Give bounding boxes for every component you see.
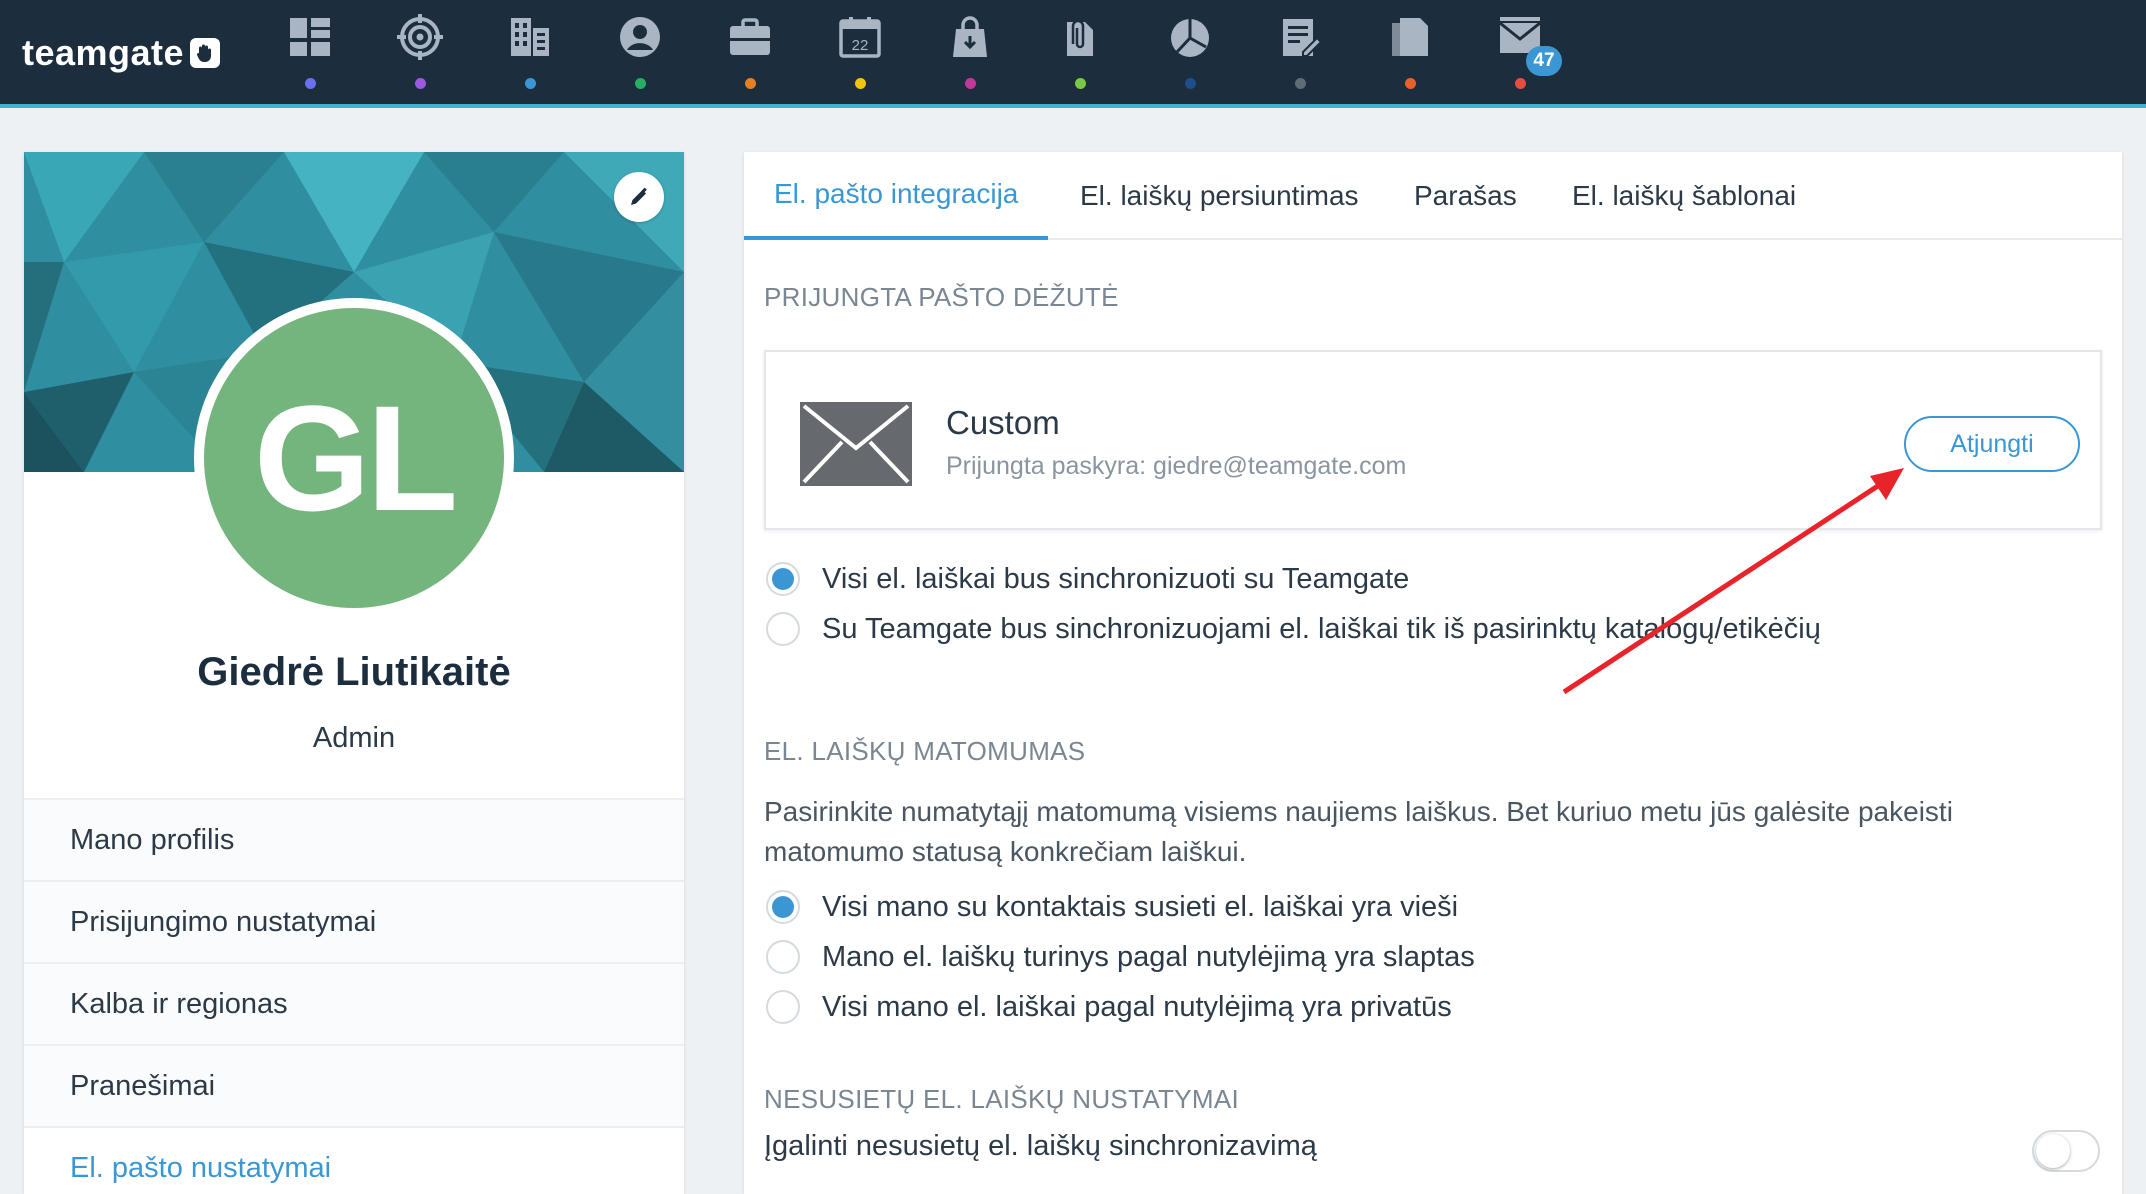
envelope-icon: [800, 402, 912, 486]
unlinked-settings-title: NESUSIETŲ EL. LAIŠKŲ NUSTATYMAI: [764, 1084, 1239, 1114]
sales-icon: [953, 16, 987, 57]
documents-icon: [1392, 18, 1428, 56]
logo-text: teamgate: [22, 32, 185, 73]
visibility-option-hidden-content[interactable]: Mano el. laiškų turinys pagal nutylėjimą…: [766, 940, 1475, 974]
nav-goals[interactable]: [388, 14, 452, 94]
radio-button[interactable]: [766, 562, 800, 596]
nav-dot: [304, 78, 316, 89]
disconnect-button[interactable]: Atjungti: [1904, 416, 2080, 472]
teamgate-logo[interactable]: teamgate: [22, 28, 221, 78]
menu-item-language-region[interactable]: Kalba ir regionas: [24, 962, 684, 1044]
calendar-day: 22: [852, 37, 869, 54]
nav-reports[interactable]: [1158, 14, 1222, 94]
unlinked-sync-toggle[interactable]: [2032, 1130, 2100, 1172]
mail-count-badge: 47: [1526, 46, 1562, 76]
nav-dot: [524, 78, 536, 89]
visibility-title: EL. LAIŠKŲ MATOMUMAS: [764, 736, 1086, 766]
radio-button[interactable]: [766, 612, 800, 646]
nav-dot: [744, 78, 756, 89]
avatar-initials: GL: [253, 373, 458, 542]
nav-sales[interactable]: [938, 14, 1002, 94]
tab-email-integration[interactable]: El. pašto integracija: [744, 152, 1049, 240]
nav-dot: [1514, 78, 1526, 89]
calendar-icon: 22: [839, 17, 881, 58]
deals-icon: [730, 18, 770, 55]
sync-option-selected-folders[interactable]: Su Teamgate bus sinchronizuojami el. lai…: [766, 612, 1821, 646]
profile-role: Admin: [312, 722, 396, 754]
unlinked-sync-label: Įgalinti nesusietų el. laiškų sinchroniz…: [764, 1130, 1317, 1162]
menu-item-my-profile[interactable]: Mano profilis: [24, 798, 684, 880]
nav-dot: [854, 78, 866, 89]
visibility-description: Pasirinkite numatytąjį matomumą visiems …: [764, 796, 1953, 867]
nav-mail[interactable]: 47: [1488, 14, 1562, 94]
sync-option-label: Su Teamgate bus sinchronizuojami el. lai…: [822, 612, 1821, 645]
visibility-option-label: Visi mano el. laiškai pagal nutylėjimą y…: [822, 990, 1452, 1023]
visibility-option-public[interactable]: Visi mano su kontaktais susieti el. laiš…: [766, 890, 1458, 924]
menu-item-email-settings[interactable]: El. pašto nustatymai: [24, 1126, 684, 1194]
visibility-option-label: Mano el. laiškų turinys pagal nutylėjimą…: [822, 940, 1475, 973]
nav-dot: [1074, 78, 1086, 89]
nav-attachments[interactable]: [1048, 14, 1112, 94]
email-settings-panel: El. pašto integracija El. laiškų persiun…: [744, 152, 2122, 1194]
nav-dot: [414, 78, 426, 89]
toggle-knob: [2036, 1134, 2070, 1168]
tab-signature[interactable]: Parašas: [1414, 152, 1517, 240]
nav-dot: [1404, 78, 1416, 89]
avatar: GL: [194, 298, 514, 618]
nav-dot: [634, 78, 646, 89]
visibility-option-label: Visi mano su kontaktais susieti el. laiš…: [822, 890, 1459, 923]
nav-contacts[interactable]: [608, 14, 672, 94]
mailbox-provider: Custom: [946, 404, 1060, 441]
nav-dot: [964, 78, 976, 89]
radio-button[interactable]: [766, 940, 800, 974]
target-icon: [397, 14, 443, 60]
dashboard-icon: [290, 18, 330, 56]
edit-profile-button[interactable]: [614, 172, 664, 222]
contacts-icon: [620, 17, 660, 57]
nav-dashboard[interactable]: [278, 14, 342, 94]
tab-email-forwarding[interactable]: El. laiškų persiuntimas: [1080, 152, 1359, 240]
nav-deals[interactable]: [718, 14, 782, 94]
nav-notes[interactable]: [1268, 14, 1332, 94]
nav-companies[interactable]: [498, 14, 562, 94]
sync-option-all[interactable]: Visi el. laiškai bus sinchronizuoti su T…: [766, 562, 1409, 596]
nav-dot: [1184, 78, 1196, 89]
radio-button[interactable]: [766, 990, 800, 1024]
top-navigation-bar: teamgate 22 47: [0, 0, 2146, 108]
connected-mailbox-card: Custom Prijungta paskyra: giedre@teamgat…: [764, 350, 2102, 530]
nav-dot: [1294, 78, 1306, 89]
menu-item-login-settings[interactable]: Prisijungimo nustatymai: [24, 880, 684, 962]
pencil-icon: [631, 187, 647, 205]
nav-documents[interactable]: [1378, 14, 1442, 94]
attachments-icon: [1067, 19, 1093, 56]
sync-option-label: Visi el. laiškai bus sinchronizuoti su T…: [822, 562, 1410, 595]
profile-card: GL Giedrė Liutikaitė Admin Mano profilis…: [24, 152, 684, 1194]
mailbox-account: Prijungta paskyra: giedre@teamgate.com: [946, 452, 1407, 480]
reports-icon: [1171, 19, 1209, 57]
profile-name: Giedrė Liutikaitė: [197, 650, 511, 694]
connected-mailbox-title: PRIJUNGTA PAŠTO DĖŽUTĖ: [764, 282, 1119, 312]
companies-icon: [511, 18, 549, 56]
settings-tabs: El. pašto integracija El. laiškų persiun…: [744, 152, 2122, 240]
nav-calendar[interactable]: 22: [828, 14, 892, 94]
menu-item-notifications[interactable]: Pranešimai: [24, 1044, 684, 1126]
profile-menu: Mano profilis Prisijungimo nustatymai Ka…: [24, 798, 684, 1194]
radio-button[interactable]: [766, 890, 800, 924]
logo-hand-icon: [190, 38, 221, 68]
tab-email-templates[interactable]: El. laiškų šablonai: [1572, 152, 1796, 240]
visibility-option-private[interactable]: Visi mano el. laiškai pagal nutylėjimą y…: [766, 990, 1452, 1024]
notes-icon: [1283, 19, 1323, 57]
